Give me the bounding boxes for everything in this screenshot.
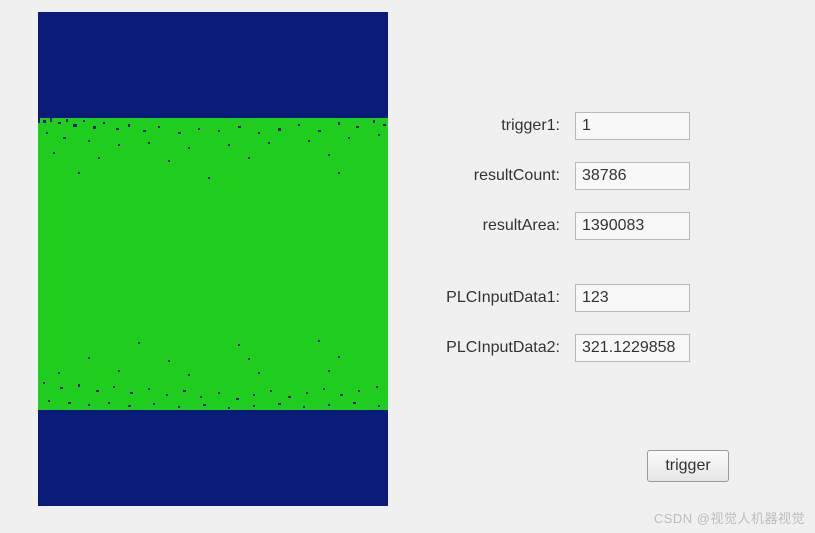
plc-input-data2-field[interactable] <box>575 334 690 362</box>
result-count-field[interactable] <box>575 162 690 190</box>
plc-input-data2-label: PLCInputData2: <box>440 339 575 357</box>
trigger1-label: trigger1: <box>440 117 575 135</box>
plc-input-data1-field[interactable] <box>575 284 690 312</box>
image-display-panel <box>38 12 388 506</box>
result-area-label: resultArea: <box>440 217 575 235</box>
result-count-label: resultCount: <box>440 167 575 185</box>
data-form: trigger1: resultCount: resultArea: PLCIn… <box>440 110 780 382</box>
vision-result-image <box>38 12 388 506</box>
watermark-text: CSDN @视觉人机器视觉 <box>654 508 805 527</box>
trigger-button[interactable]: trigger <box>647 450 729 482</box>
plc-input-data1-label: PLCInputData1: <box>440 289 575 307</box>
trigger1-field[interactable] <box>575 112 690 140</box>
result-area-field[interactable] <box>575 212 690 240</box>
